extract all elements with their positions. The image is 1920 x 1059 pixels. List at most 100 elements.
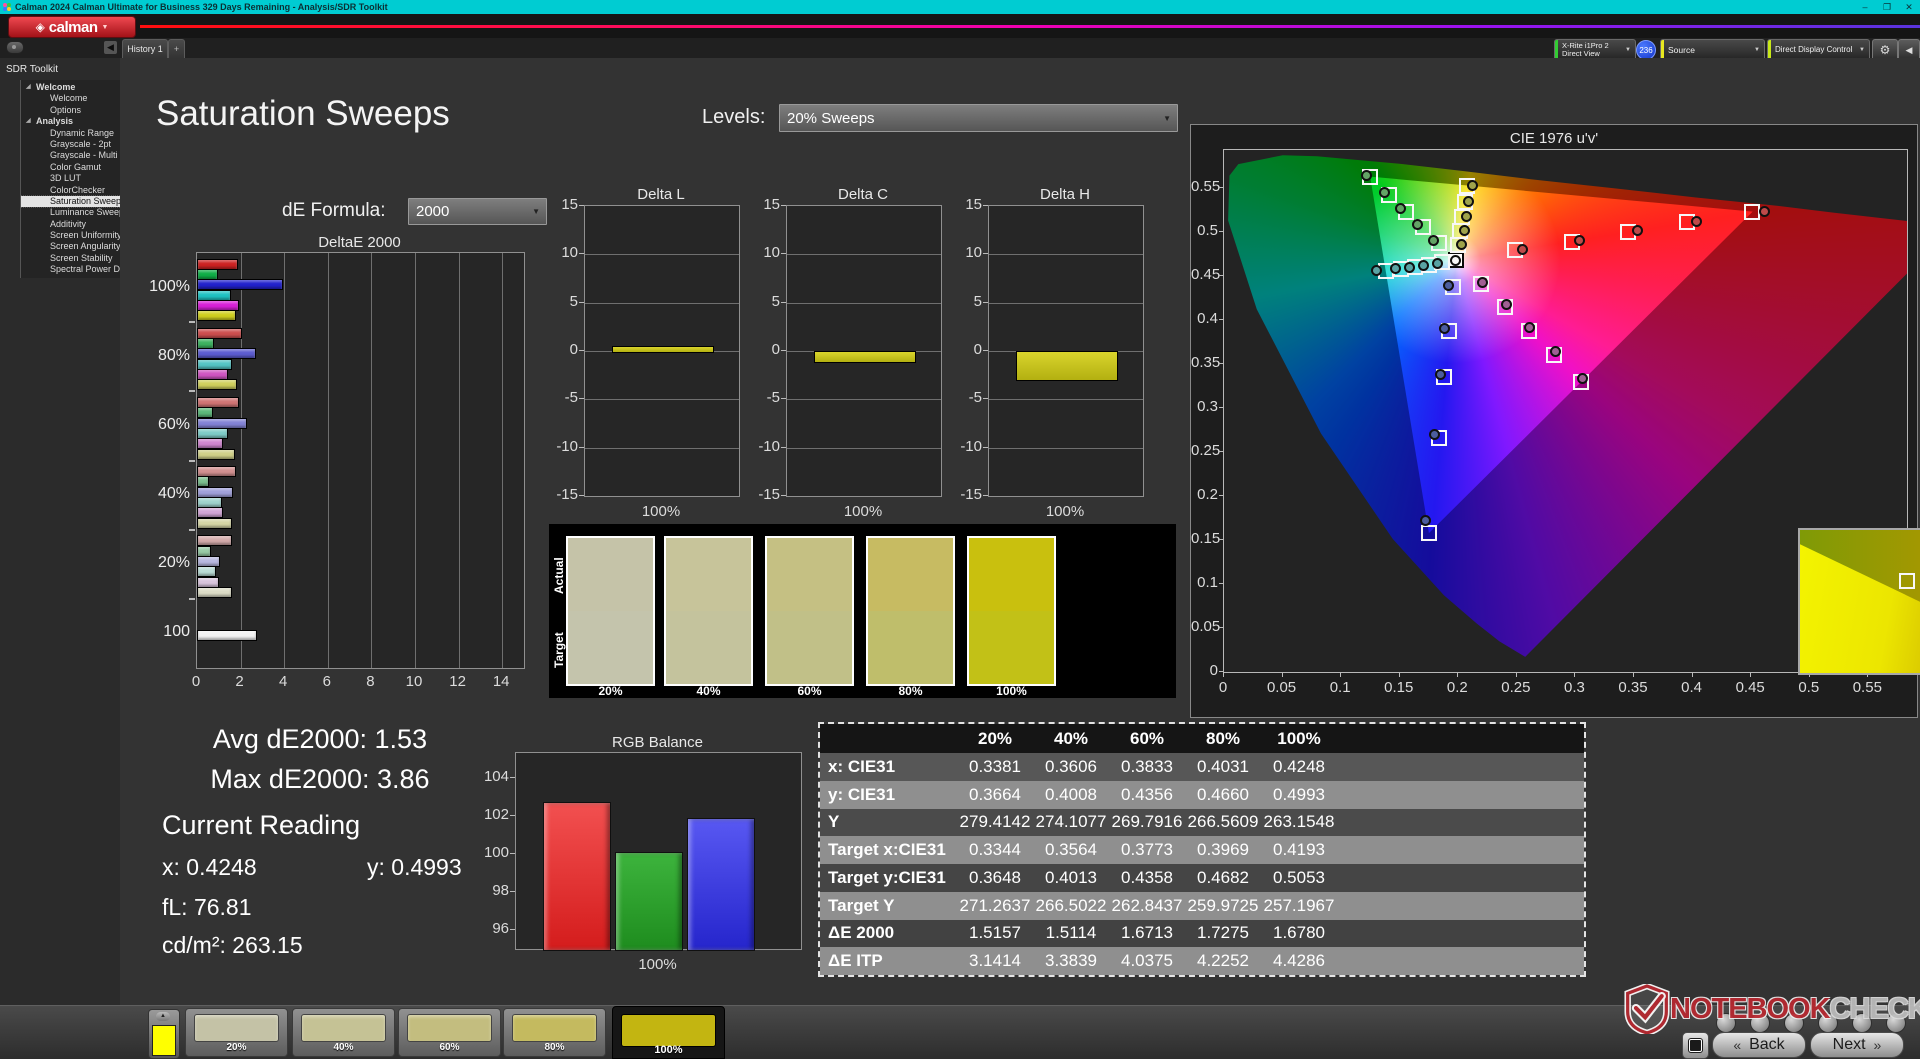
- x-tick-label: 12: [449, 673, 466, 690]
- close-icon[interactable]: ✕: [1898, 2, 1920, 13]
- axis-tick: [1219, 582, 1223, 584]
- axis-tick: [579, 495, 584, 496]
- sidebar-item-dynamic-range[interactable]: Dynamic Range: [21, 128, 121, 139]
- sidebar-item-luminance-sweeps[interactable]: Luminance Sweeps: [21, 207, 129, 218]
- next-button[interactable]: Next »: [1810, 1032, 1904, 1058]
- back-button[interactable]: « Back: [1712, 1032, 1806, 1058]
- patch-swatch: [194, 1014, 279, 1042]
- table-row-label: Target x:CIE31: [828, 840, 946, 860]
- chevron-down-icon: ▼: [1163, 113, 1171, 123]
- deltae-bar-20%-5: [197, 586, 233, 598]
- swatch-target: [969, 611, 1054, 684]
- patch-tile-60%[interactable]: 60%: [398, 1008, 501, 1057]
- table-cell: 263.1548: [1263, 812, 1335, 832]
- sidebar-item-screen-stability[interactable]: Screen Stability: [21, 253, 121, 264]
- y-tick-label: -5: [968, 389, 982, 407]
- levels-dropdown[interactable]: 20% Sweeps ▼: [779, 104, 1178, 132]
- sidebar-item-label: Screen Uniformity: [50, 230, 122, 241]
- sidebar-item-label: Options: [50, 104, 82, 115]
- sidebar-item-welcome[interactable]: ◢ Welcome: [21, 82, 121, 93]
- sidebar-item-colorchecker[interactable]: ColorChecker: [21, 185, 121, 196]
- sidebar-item-color-gamut[interactable]: Color Gamut: [21, 162, 121, 173]
- table-row-label: ΔE ITP: [828, 951, 883, 971]
- gridline: [585, 302, 739, 304]
- patch-tile-100%[interactable]: 100%: [612, 1006, 725, 1059]
- swatch-target: [767, 611, 852, 684]
- y-tick-label: -15: [960, 486, 982, 503]
- patch-tile-80%[interactable]: 80%: [503, 1008, 606, 1057]
- sidebar-item-saturation-sweeps[interactable]: Saturation Sweeps: [20, 194, 126, 209]
- cie-measured-green-4: [1378, 186, 1390, 198]
- axis-tick: [579, 350, 584, 351]
- axis-tick: [510, 852, 515, 854]
- patch-tile-40%[interactable]: 40%: [292, 1008, 395, 1057]
- sidebar-item-screen-angularity[interactable]: Screen Angularity: [21, 241, 121, 252]
- sidebar-item-grayscale-multi[interactable]: Grayscale - Multi: [21, 150, 121, 161]
- sidebar-item-options[interactable]: Options: [21, 105, 121, 116]
- sidebar-item-welcome[interactable]: Welcome: [21, 93, 121, 104]
- current-patch-tile[interactable]: ▲: [148, 1009, 180, 1059]
- rgb-y-tick: 104: [483, 767, 509, 785]
- cie-target-blue-5: [1421, 524, 1438, 541]
- sidebar-item-analysis[interactable]: ◢ Analysis: [21, 116, 121, 127]
- sidebar-item-additivity[interactable]: Additivity: [21, 219, 121, 230]
- delta-chart-plot-delta-h: [988, 205, 1144, 497]
- table-cell: 0.4008: [1045, 784, 1097, 804]
- tab-history-1[interactable]: History 1: [122, 39, 168, 58]
- sidebar-item-spectral-power-dist-[interactable]: Spectral Power Dist.: [21, 264, 132, 275]
- axis-tick: [1219, 626, 1223, 628]
- sidebar: SDR Toolkit ◢ Welcome Welcome Options ◢ Analy…: [0, 58, 132, 1005]
- x-tick-label: 14: [492, 673, 510, 690]
- de-formula-dropdown[interactable]: 2000 ▼: [408, 198, 547, 225]
- chevron-left-icon: ◀: [1905, 44, 1913, 55]
- table-cell: 0.3773: [1121, 840, 1173, 860]
- maximize-icon[interactable]: ❐: [1876, 2, 1898, 13]
- calman-menu-button[interactable]: ◈ calman ▼: [8, 16, 136, 38]
- sidebar-item-label: Luminance Sweeps: [50, 207, 129, 218]
- measurement-table: 20% 40% 60% 80% 100% x: CIE31 0.3381 0.3606 0.38…: [818, 722, 1586, 977]
- swatch-actual: [767, 538, 852, 611]
- tree-expander-icon[interactable]: ◢: [26, 116, 31, 127]
- rgb-bar-red: [543, 802, 611, 951]
- table-cell: 0.4358: [1121, 867, 1173, 887]
- minimize-icon[interactable]: –: [1854, 2, 1876, 12]
- layout-toggle-button[interactable]: [6, 41, 24, 54]
- swatch-60%: [765, 536, 854, 686]
- deltae-bar-60%-5: [197, 448, 236, 460]
- cie-y-tick: 0.45: [1191, 265, 1221, 283]
- stop-button[interactable]: [1682, 1032, 1709, 1059]
- gridline: [415, 253, 416, 668]
- table-row-label: Target Y: [828, 895, 895, 915]
- cie-x-tick: 0.5: [1798, 679, 1820, 696]
- cie-measured-blue-5: [1420, 515, 1431, 527]
- sidebar-title: SDR Toolkit: [6, 64, 59, 75]
- sidebar-item-grayscale-2pt[interactable]: Grayscale - 2pt: [21, 139, 121, 150]
- patch-tile-20%[interactable]: 20%: [185, 1008, 288, 1057]
- axis-tick: [1219, 671, 1223, 672]
- cie-y-tick: 0.3: [1197, 397, 1218, 415]
- gridline: [458, 253, 460, 668]
- table-col-header: 40%: [1053, 728, 1089, 748]
- meter-count-badge[interactable]: 236: [1636, 40, 1656, 60]
- cie-y-tick: 0.2: [1197, 485, 1218, 503]
- sidebar-item-label: 3D LUT: [50, 173, 82, 184]
- axis-tick: [1219, 362, 1223, 364]
- cie-x-tick: 0.4: [1681, 679, 1703, 696]
- main-content: Saturation Sweeps Levels: 20% Sweeps ▼ d…: [120, 58, 1920, 1005]
- axis-tick: [189, 597, 195, 600]
- sidebar-item-label: ColorChecker: [50, 184, 106, 195]
- sidebar-collapse-icon[interactable]: ◀: [104, 41, 117, 54]
- gridline: [502, 253, 504, 668]
- reading-y: y: 0.4993: [367, 854, 462, 880]
- tree-expander-icon[interactable]: ◢: [26, 82, 31, 93]
- axis-tick: [579, 253, 584, 255]
- sidebar-item-3d-lut[interactable]: 3D LUT: [21, 173, 121, 184]
- table-cell: 0.4031: [1197, 756, 1249, 776]
- sidebar-item-screen-uniformity[interactable]: Screen Uniformity: [21, 230, 122, 241]
- rgb-balance-title: RGB Balance: [612, 734, 703, 751]
- table-cell: 0.3606: [1045, 756, 1097, 776]
- add-tab-button[interactable]: +: [168, 39, 185, 58]
- cie-inset-target: [1899, 573, 1916, 590]
- table-row-fill: [1337, 809, 1584, 837]
- saturation-swatch-strip: Actual Target 20% 40% 60% 80% 100%: [549, 524, 1176, 698]
